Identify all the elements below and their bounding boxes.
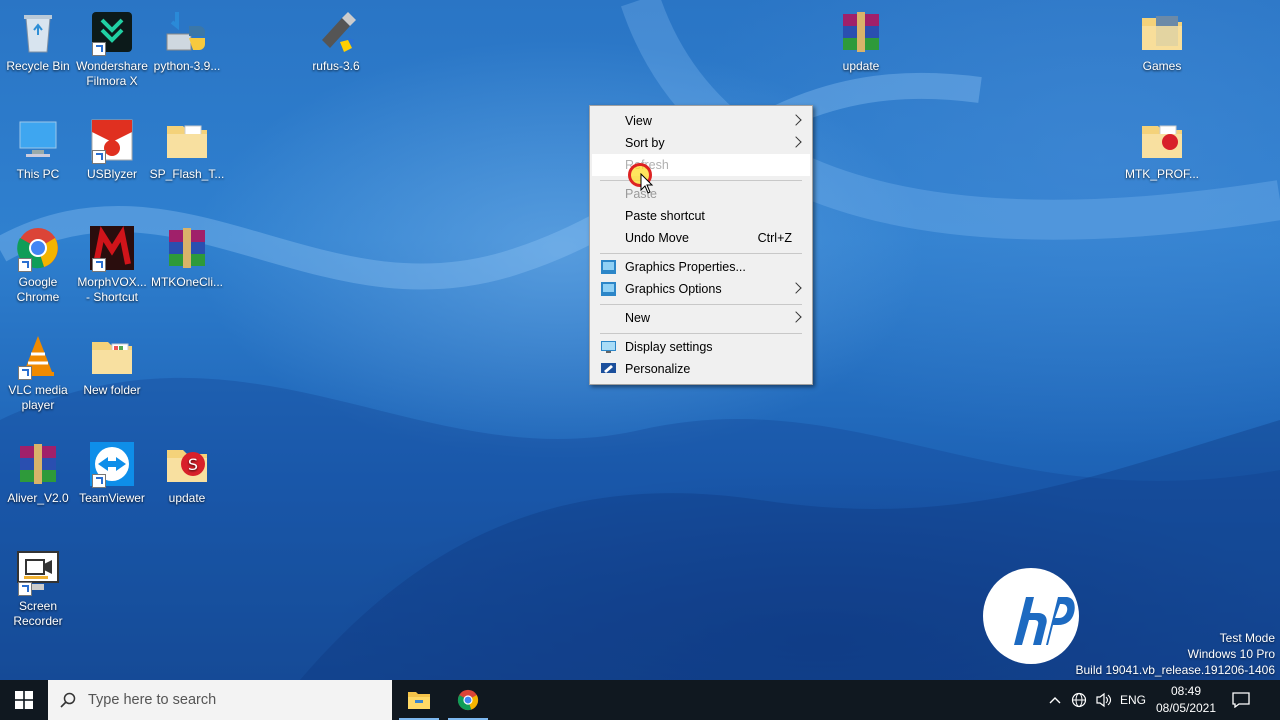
- taskbar-file-explorer[interactable]: [395, 680, 443, 720]
- tray-clock[interactable]: 08:49 08/05/2021: [1148, 683, 1224, 717]
- chevron-right-icon: [790, 114, 802, 126]
- desktop-icon-morphvox[interactable]: MorphVOX... - Shortcut: [74, 224, 150, 305]
- desktop-icon-chrome[interactable]: Google Chrome: [0, 224, 76, 305]
- winrar-archive-icon: [843, 12, 879, 52]
- recycle-bin-icon: [24, 15, 52, 53]
- menu-item-paste-shortcut[interactable]: Paste shortcut: [592, 205, 810, 227]
- folder-icon: [1142, 125, 1182, 158]
- search-icon: [60, 692, 76, 708]
- desktop-icon-aliver[interactable]: Aliver_V2.0: [0, 440, 76, 506]
- desktop-icon-vlc[interactable]: VLC media player: [0, 332, 76, 413]
- shortcut-arrow-icon: [92, 150, 106, 164]
- menu-item-undo-move[interactable]: Undo Move Ctrl+Z: [592, 227, 810, 249]
- taskbar-search[interactable]: Type here to search: [48, 680, 392, 720]
- chevron-up-icon: [1049, 697, 1061, 704]
- chevron-right-icon: [790, 136, 802, 148]
- chevron-right-icon: [790, 311, 802, 323]
- desktop-icon-update-rar[interactable]: update: [823, 8, 899, 74]
- hp-logo-icon: [983, 568, 1079, 664]
- desktop-icon-update-file[interactable]: S update: [149, 440, 225, 506]
- svg-text:S: S: [188, 455, 198, 474]
- menu-item-graphics-properties[interactable]: Graphics Properties...: [592, 256, 810, 278]
- shortcut-arrow-icon: [92, 474, 106, 488]
- menu-separator: [600, 304, 802, 305]
- globe-network-icon: [1071, 692, 1087, 708]
- personalize-icon: [601, 363, 616, 373]
- taskbar: Type here to search ENG 08:49 08/05/2021: [0, 680, 1280, 720]
- taskbar-chrome[interactable]: [444, 680, 492, 720]
- test-mode-watermark: Test Mode Windows 10 Pro Build 19041.vb_…: [1075, 631, 1276, 677]
- shortcut-arrow-icon: [92, 258, 106, 272]
- shortcut-arrow-icon: [18, 582, 32, 596]
- tray-network[interactable]: [1068, 680, 1090, 720]
- menu-separator: [600, 253, 802, 254]
- windows-logo-icon: [15, 691, 33, 709]
- folder-icon: [92, 342, 132, 374]
- desktop-icon-teamviewer[interactable]: TeamViewer: [74, 440, 150, 506]
- menu-separator: [600, 333, 802, 334]
- desktop-icon-python[interactable]: python-3.9...: [149, 8, 225, 74]
- tray-volume[interactable]: [1093, 680, 1115, 720]
- file-explorer-icon: [408, 692, 430, 709]
- desktop-icon-rufus[interactable]: rufus-3.6: [298, 8, 374, 74]
- display-settings-icon: [601, 341, 616, 353]
- tray-action-center[interactable]: [1228, 680, 1256, 720]
- desktop-icon-usblyzer[interactable]: USBlyzer: [74, 116, 150, 182]
- chrome-icon: [457, 689, 479, 711]
- menu-item-sort-by[interactable]: Sort by: [592, 132, 810, 154]
- menu-item-graphics-options[interactable]: Graphics Options: [592, 278, 810, 300]
- desktop-icon-new-folder[interactable]: New folder: [74, 332, 150, 398]
- mouse-cursor-icon: [640, 173, 654, 194]
- desktop-context-menu: View Sort by Refresh Paste Paste shortcu…: [589, 105, 813, 385]
- shortcut-arrow-icon: [18, 366, 32, 380]
- winrar-archive-icon: [169, 228, 205, 268]
- desktop-icon-games[interactable]: Games: [1124, 8, 1200, 74]
- desktop-icon-filmora[interactable]: Wondershare Filmora X: [74, 8, 150, 89]
- update-file-icon: S: [167, 450, 207, 482]
- python-installer-icon: [166, 12, 205, 51]
- folder-icon: [167, 125, 207, 158]
- chevron-right-icon: [790, 282, 802, 294]
- usb-drive-icon: [322, 12, 356, 52]
- menu-item-view[interactable]: View: [592, 110, 810, 132]
- shortcut-arrow-icon: [92, 42, 106, 56]
- computer-icon: [19, 121, 57, 157]
- winrar-archive-icon: [20, 444, 56, 484]
- menu-item-personalize[interactable]: Personalize: [592, 358, 810, 380]
- desktop-icon-recycle-bin[interactable]: Recycle Bin: [0, 8, 76, 74]
- menu-item-refresh[interactable]: Refresh: [592, 154, 810, 176]
- start-button[interactable]: [0, 680, 48, 720]
- folder-icon: [1142, 16, 1182, 50]
- desktop-icon-mtk-prof[interactable]: MTK_PROF...: [1124, 116, 1200, 182]
- menu-item-new[interactable]: New: [592, 307, 810, 329]
- intel-graphics-icon: [601, 282, 616, 296]
- desktop-icon-mtkonecli[interactable]: MTKOneCli...: [149, 224, 225, 290]
- notification-icon: [1232, 692, 1250, 708]
- tray-show-hidden-icons[interactable]: [1046, 680, 1064, 720]
- shortcut-arrow-icon: [18, 258, 32, 272]
- intel-graphics-icon: [601, 260, 616, 274]
- desktop-icon-sp-flash[interactable]: SP_Flash_T...: [149, 116, 225, 182]
- menu-item-paste[interactable]: Paste: [592, 183, 810, 205]
- menu-item-display-settings[interactable]: Display settings: [592, 336, 810, 358]
- desktop-icon-screen-recorder[interactable]: Screen Recorder: [0, 548, 76, 629]
- tray-language[interactable]: ENG: [1120, 680, 1146, 720]
- desktop-icon-this-pc[interactable]: This PC: [0, 116, 76, 182]
- speaker-icon: [1096, 692, 1112, 708]
